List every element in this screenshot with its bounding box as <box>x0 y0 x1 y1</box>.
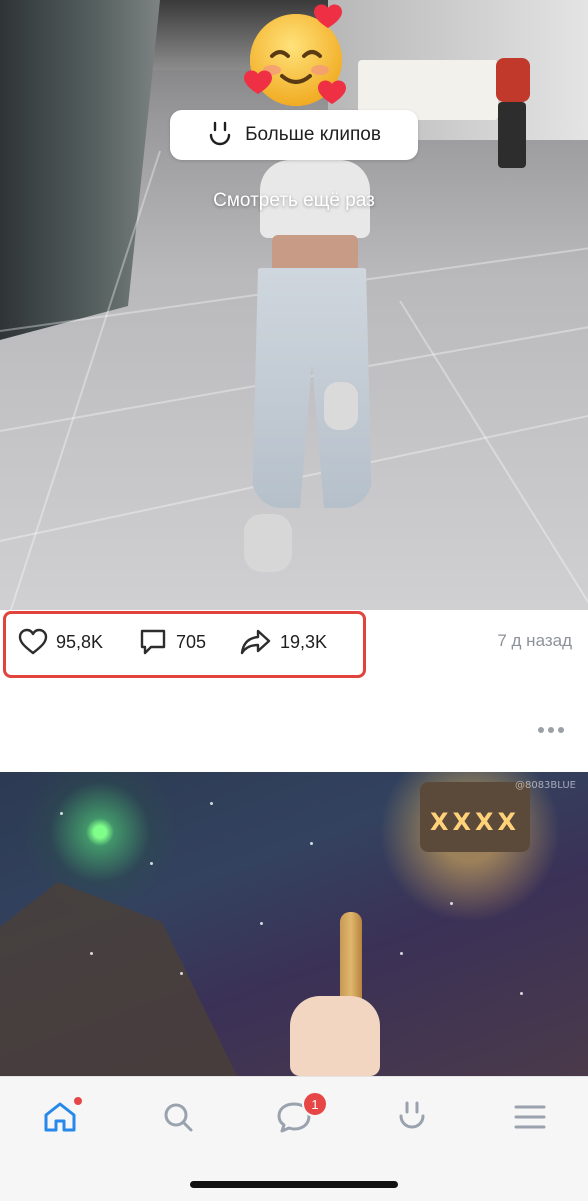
tab-menu[interactable] <box>508 1095 552 1139</box>
search-icon <box>164 1103 193 1132</box>
more-clips-button[interactable]: Больше клипов <box>170 110 418 160</box>
share-arrow-icon <box>240 629 271 655</box>
lantern-text: XXXX <box>430 808 521 836</box>
home-icon <box>44 1102 76 1132</box>
star <box>400 952 403 955</box>
star <box>260 922 263 925</box>
person-sneaker <box>244 514 292 572</box>
star <box>150 862 153 865</box>
clip-video[interactable]: Больше клипов Смотреть ещё раз <box>0 0 588 610</box>
background-person-shirt <box>496 58 530 102</box>
share-button[interactable]: 19,3K <box>240 626 327 658</box>
clips-icon <box>209 121 231 146</box>
hamburger-icon <box>514 1105 546 1129</box>
post-image[interactable]: XXXX @8083BLUE <box>0 772 588 1076</box>
notification-dot <box>74 1097 82 1105</box>
star <box>450 902 453 905</box>
share-count: 19,3K <box>280 631 328 652</box>
star <box>310 842 313 845</box>
floor-tile-line <box>399 300 588 610</box>
comment-count: 705 <box>176 631 207 652</box>
heart-icon <box>18 628 48 655</box>
more-clips-label: Больше клипов <box>245 124 381 145</box>
clip-actions-row: 95,8K 705 19,3K 7 д назад <box>0 610 588 682</box>
person-sneaker <box>324 382 358 430</box>
cliff-silhouette <box>0 882 240 1076</box>
watermark: @8083BLUE <box>514 780 576 791</box>
clips-icon <box>399 1101 425 1129</box>
star <box>60 812 63 815</box>
background-person <box>488 48 534 168</box>
dot <box>558 727 564 733</box>
unread-badge: 1 <box>302 1091 328 1117</box>
star <box>180 972 183 975</box>
comment-button[interactable]: 705 <box>138 626 206 658</box>
background-person-legs <box>498 102 526 168</box>
tab-messages[interactable]: 1 <box>272 1091 328 1139</box>
tab-clips[interactable] <box>390 1095 434 1139</box>
watch-again-button[interactable]: Смотреть ещё раз <box>0 190 588 212</box>
home-indicator[interactable] <box>190 1181 398 1188</box>
post-timestamp: 7 д назад <box>497 631 572 650</box>
like-button[interactable]: 95,8K <box>18 626 103 658</box>
dot <box>538 727 544 733</box>
post-options-button[interactable] <box>538 722 564 738</box>
person-midriff <box>272 235 358 273</box>
hand <box>290 996 380 1076</box>
dot <box>548 727 554 733</box>
comment-icon <box>140 629 166 655</box>
star <box>90 952 93 955</box>
smiling-face-with-hearts-emoji <box>244 4 346 106</box>
star <box>210 802 213 805</box>
shopfront-left <box>0 0 160 340</box>
star <box>520 992 523 995</box>
tab-search[interactable] <box>156 1095 200 1139</box>
tab-home[interactable] <box>38 1095 82 1139</box>
like-count: 95,8K <box>56 631 104 652</box>
